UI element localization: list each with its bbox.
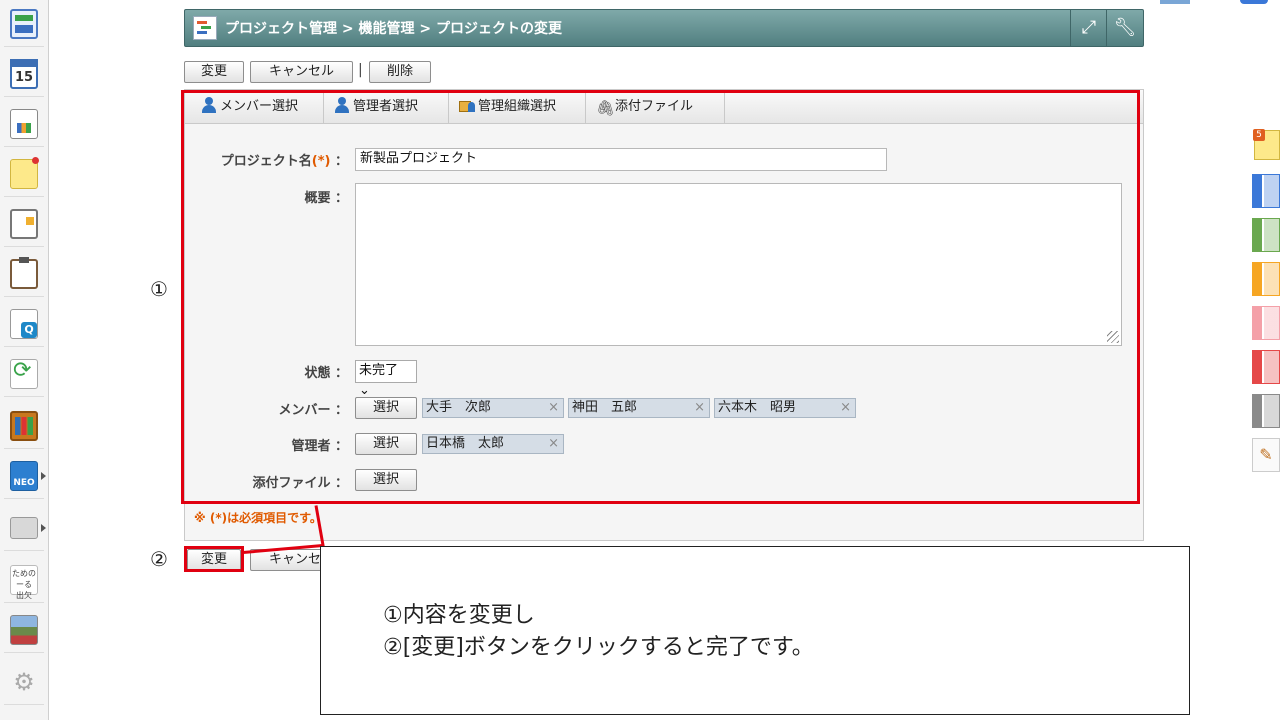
- gear-icon: ⚙: [13, 668, 35, 696]
- marker-2: ②: [150, 547, 168, 571]
- form-highlight-frame: [181, 90, 1140, 504]
- notification-icon[interactable]: 5: [1253, 129, 1280, 160]
- color-tab-red[interactable]: [1252, 350, 1280, 384]
- sidebar-item-dashboard[interactable]: [4, 2, 44, 47]
- memo-icon: [10, 157, 39, 189]
- page-titlebar: プロジェクト管理 > 機能管理 > プロジェクトの変更 ⤢ 🔧︎: [184, 9, 1144, 47]
- fullscreen-button[interactable]: ⤢: [1070, 10, 1107, 46]
- instruction-callout: ①内容を変更し ②[変更]ボタンをクリックすると完了です。: [320, 546, 1190, 715]
- marker-1: ①: [150, 277, 168, 301]
- photo-app-icon: [10, 615, 38, 645]
- sidebar-item-folder[interactable]: [4, 506, 46, 551]
- notification-badge: 5: [1253, 129, 1265, 141]
- sidebar-item-calendar[interactable]: 15: [4, 52, 44, 97]
- sidebar-item-workflow[interactable]: [4, 352, 44, 397]
- sidebar-item-clipboard[interactable]: [4, 252, 44, 297]
- folder-icon: [10, 517, 38, 539]
- sidebar-item-settings[interactable]: ⚙: [4, 660, 44, 705]
- sidebar-item-neo[interactable]: NEO: [4, 454, 46, 499]
- sidebar-item-cabinet[interactable]: [4, 404, 44, 449]
- top-right-icon-fragment: [1240, 0, 1268, 4]
- expand-arrow-icon: [41, 524, 46, 532]
- delete-button[interactable]: 削除: [369, 61, 431, 83]
- wrench-icon: 🔧︎: [1113, 17, 1137, 38]
- sidebar-item-memo[interactable]: [4, 152, 44, 197]
- color-tab-pink[interactable]: [1252, 306, 1280, 340]
- sidebar-item-report[interactable]: [4, 102, 44, 147]
- sidebar-item-board[interactable]: [4, 202, 44, 247]
- dashboard-icon: [10, 9, 38, 39]
- breadcrumb: プロジェクト管理 > 機能管理 > プロジェクトの変更: [225, 21, 562, 37]
- change-button-highlight-frame: [184, 546, 244, 572]
- app-sidebar: 15 NEO ためのーる 出欠 ⚙: [0, 0, 49, 720]
- neo-icon: NEO: [10, 461, 38, 491]
- required-note: ※ (*)は必須項目です。: [194, 511, 322, 525]
- sidebar-item-checklist[interactable]: [4, 302, 44, 347]
- change-button-top[interactable]: 変更: [184, 61, 244, 83]
- calendar-icon: 15: [10, 59, 38, 89]
- sidebar-item-text-app[interactable]: ためのーる 出欠: [4, 558, 44, 603]
- clipboard-icon: [10, 257, 38, 289]
- settings-button[interactable]: 🔧︎: [1106, 10, 1143, 46]
- top-right-icon-fragment: [1160, 0, 1190, 4]
- project-icon: [193, 16, 217, 40]
- color-tab-gray[interactable]: [1252, 394, 1280, 428]
- color-tab-orange[interactable]: [1252, 262, 1280, 296]
- expand-arrow-icon: [41, 472, 46, 480]
- toolbar-separator: |: [358, 62, 363, 78]
- color-tab-blue[interactable]: [1252, 174, 1280, 208]
- pencil-icon[interactable]: ✎: [1252, 438, 1280, 472]
- cabinet-icon: [10, 411, 38, 441]
- fullscreen-icon: ⤢: [1081, 17, 1097, 38]
- checklist-icon: [10, 309, 38, 339]
- board-icon: [10, 209, 38, 239]
- sidebar-item-photo-app[interactable]: [4, 608, 44, 653]
- color-tab-green[interactable]: [1252, 218, 1280, 252]
- cancel-button-top[interactable]: キャンセル: [250, 61, 353, 83]
- text-app-icon: ためのーる 出欠: [10, 565, 38, 600]
- callout-line-2: ②[変更]ボタンをクリックすると完了です。: [383, 635, 814, 660]
- report-icon: [10, 109, 38, 139]
- callout-line-1: ①内容を変更し: [383, 603, 535, 628]
- workflow-icon: [10, 358, 38, 389]
